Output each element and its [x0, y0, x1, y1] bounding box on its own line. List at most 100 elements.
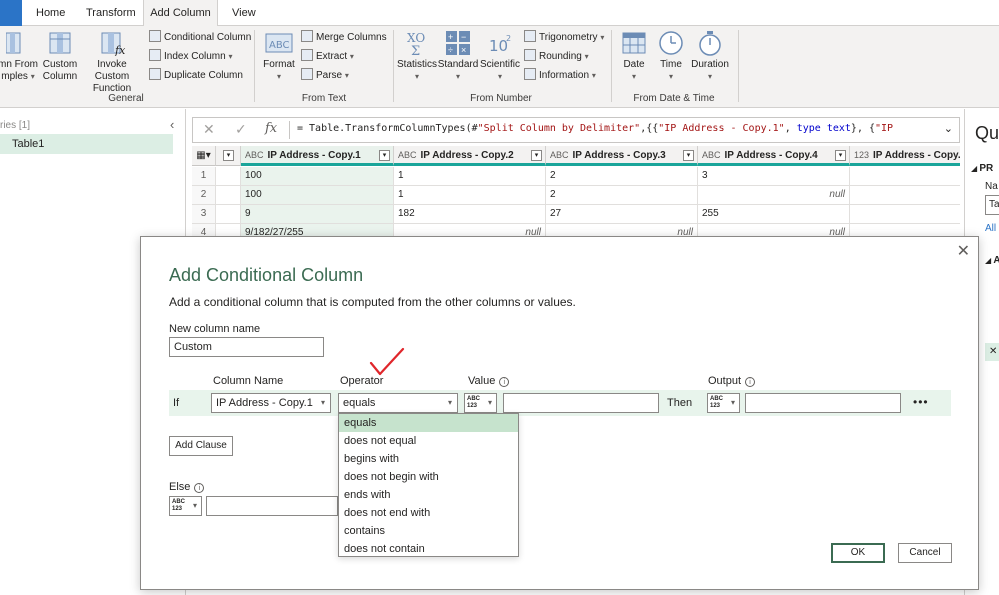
- column-header-ip-copy-1[interactable]: ABC IP Address - Copy.1 ▾: [241, 146, 394, 166]
- table-cell[interactable]: 27: [546, 205, 698, 224]
- tab-view[interactable]: View: [228, 0, 260, 26]
- grid-table-menu-icon[interactable]: ▦▾: [192, 146, 216, 166]
- tab-home[interactable]: Home: [32, 0, 69, 26]
- standard-button[interactable]: + − ÷ × Standard ▾: [437, 30, 479, 83]
- table-cell[interactable]: [850, 205, 960, 224]
- operator-option[interactable]: begins with: [339, 450, 518, 468]
- operator-option[interactable]: does not end with: [339, 504, 518, 522]
- table-cell[interactable]: [850, 186, 960, 205]
- accept-formula-icon[interactable]: ✓: [235, 121, 247, 138]
- value-type-button[interactable]: ABC 123 ▾: [464, 393, 497, 413]
- chevron-down-icon: ▾: [192, 501, 197, 510]
- svg-text:ABC: ABC: [269, 40, 290, 51]
- table-cell[interactable]: 255: [698, 205, 850, 224]
- duplicate-column-button[interactable]: Duplicate Column: [149, 68, 243, 84]
- table-cell[interactable]: [850, 167, 960, 186]
- abc-123-icon: ABC 123: [710, 396, 723, 409]
- column-filter-icon[interactable]: ▾: [531, 150, 542, 161]
- scientific-button[interactable]: 10 2 Scientific ▾: [479, 30, 521, 83]
- column-filter-icon[interactable]: ▾: [683, 150, 694, 161]
- trigonometry-button[interactable]: Trigonometry ▾: [524, 30, 604, 46]
- operator-option[interactable]: equals: [339, 414, 518, 432]
- ok-button[interactable]: OK: [831, 543, 885, 563]
- close-icon[interactable]: ✕: [957, 241, 970, 261]
- statistics-icon: XOΣ: [407, 31, 425, 56]
- operator-dropdown-list: equals does not equal begins with does not …: [338, 413, 519, 557]
- value-input[interactable]: [503, 393, 659, 413]
- formula-separator: [289, 121, 290, 139]
- column-header-ip-copy-3[interactable]: ABC IP Address - Copy.3 ▾: [546, 146, 698, 166]
- table-cell[interactable]: 2: [546, 167, 698, 186]
- operator-option[interactable]: does not begin with: [339, 468, 518, 486]
- table-cell[interactable]: null: [698, 186, 850, 205]
- rounding-button[interactable]: Rounding ▾: [524, 49, 589, 65]
- cancel-button[interactable]: Cancel: [898, 543, 952, 563]
- row-number: 1: [192, 167, 216, 186]
- operator-option[interactable]: does not equal: [339, 432, 518, 450]
- fx-icon[interactable]: fx: [265, 121, 277, 136]
- column-header-ip-copy-2[interactable]: ABC IP Address - Copy.2 ▾: [394, 146, 546, 166]
- file-tab[interactable]: [0, 0, 22, 26]
- column-header-ip-copy-4[interactable]: ABC IP Address - Copy.4 ▾: [698, 146, 850, 166]
- chevron-down-icon: ▾: [730, 398, 735, 407]
- table-cell[interactable]: 100: [241, 186, 394, 205]
- formula-input[interactable]: = Table.TransformColumnTypes(#"Split Col…: [297, 123, 933, 134]
- tab-transform[interactable]: Transform: [82, 0, 140, 26]
- format-button[interactable]: ABC Format ▾: [260, 30, 298, 83]
- all-properties-link[interactable]: All: [985, 223, 996, 234]
- else-type-button[interactable]: ABC 123 ▾: [169, 496, 202, 516]
- custom-column-button[interactable]: Custom Column: [40, 30, 80, 83]
- column-name-select[interactable]: IP Address - Copy.1 ▾: [211, 393, 331, 413]
- svg-text:−: −: [461, 32, 466, 42]
- trigonometry-icon: [524, 30, 536, 42]
- operator-select[interactable]: equals ▾: [338, 393, 458, 413]
- group-separator: [738, 30, 739, 102]
- else-input[interactable]: [206, 496, 338, 516]
- group-separator: [393, 30, 394, 102]
- parse-button[interactable]: Parse ▾: [301, 68, 349, 84]
- new-column-name-input[interactable]: Custom: [169, 337, 324, 357]
- conditional-column-button[interactable]: Conditional Column: [149, 30, 251, 46]
- table-cell[interactable]: 1: [394, 167, 546, 186]
- column-from-examples-button[interactable]: mn From mples ▾: [0, 30, 38, 83]
- more-options-icon[interactable]: •••: [913, 395, 929, 409]
- table-cell[interactable]: 182: [394, 205, 546, 224]
- cancel-formula-icon[interactable]: ✕: [203, 121, 215, 138]
- column-filter-icon[interactable]: ▾: [379, 150, 390, 161]
- date-button[interactable]: Date ▾: [617, 30, 651, 83]
- new-column-name-label: New column name: [169, 323, 261, 335]
- table-cell[interactable]: 9: [241, 205, 394, 224]
- table-cell[interactable]: 2: [546, 186, 698, 205]
- output-input[interactable]: [745, 393, 901, 413]
- column-header-ip-copy-5[interactable]: 123 IP Address - Copy.5: [850, 146, 960, 166]
- if-label: If: [173, 397, 180, 409]
- operator-option[interactable]: ends with: [339, 486, 518, 504]
- merge-columns-button[interactable]: Merge Columns: [301, 30, 387, 46]
- index-column-button[interactable]: Index Column ▾: [149, 49, 233, 65]
- tab-add-column[interactable]: Add Column: [143, 0, 218, 27]
- table-cell[interactable]: 1: [394, 186, 546, 205]
- value-header: Value i: [468, 375, 510, 387]
- applied-step-delete-icon[interactable]: ✕: [985, 343, 999, 361]
- table-cell[interactable]: 100: [241, 167, 394, 186]
- collapse-pane-icon[interactable]: ‹: [170, 117, 174, 132]
- duration-button[interactable]: Duration ▾: [690, 30, 730, 83]
- table-cell[interactable]: 3: [698, 167, 850, 186]
- output-type-button[interactable]: ABC 123 ▾: [707, 393, 740, 413]
- expand-formula-icon[interactable]: ⌄: [944, 122, 953, 135]
- query-item-table1[interactable]: Table1: [0, 134, 173, 154]
- clock-icon: [659, 31, 683, 55]
- parse-icon: [301, 68, 313, 80]
- time-button[interactable]: Time ▾: [654, 30, 688, 83]
- information-button[interactable]: Information ▾: [524, 68, 596, 84]
- column-from-examples-icon: [6, 32, 21, 54]
- invoke-custom-function-button[interactable]: fx Invoke Custom Function: [80, 30, 144, 95]
- operator-option[interactable]: does not contain: [339, 540, 518, 558]
- query-name-input[interactable]: Ta: [985, 195, 999, 215]
- extract-button[interactable]: Extract ▾: [301, 49, 354, 65]
- statistics-button[interactable]: XO Σ Statistics ▾: [397, 30, 437, 83]
- scientific-icon: 102: [489, 34, 511, 55]
- column-filter-icon[interactable]: ▾: [835, 150, 846, 161]
- add-clause-button[interactable]: Add Clause: [169, 436, 233, 456]
- operator-option[interactable]: contains: [339, 522, 518, 540]
